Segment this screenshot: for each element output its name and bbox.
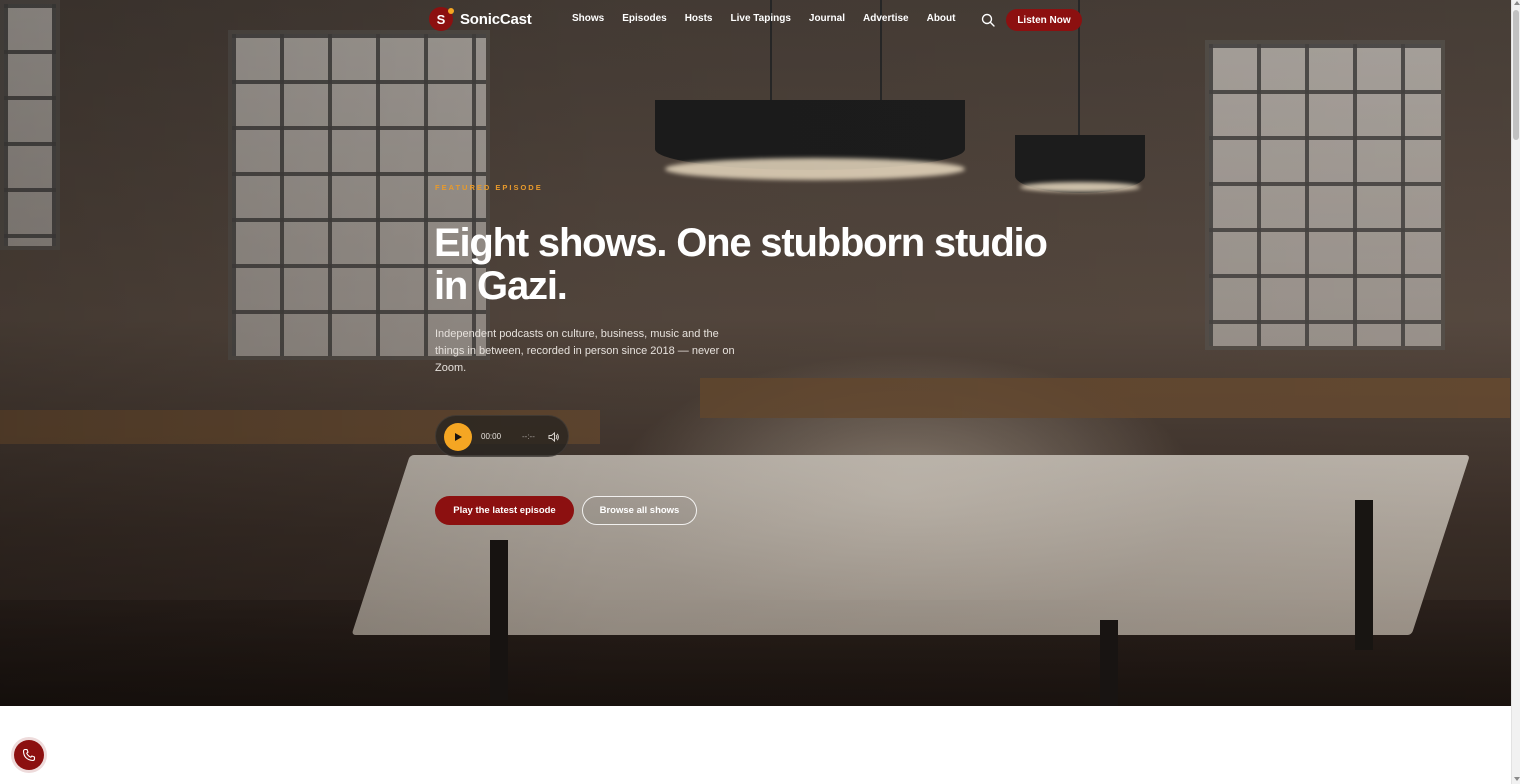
audio-player: 00:00 --:-- [435,415,569,457]
nav-item-shows[interactable]: Shows [572,13,604,24]
play-icon [455,433,462,441]
logo-letter: S [436,11,446,27]
featured-eyebrow: FEATURED EPISODE [435,183,543,192]
brand-name: SonicCast [460,10,532,28]
logo-mark: S [429,7,454,31]
nav-item-journal[interactable]: Journal [809,13,845,24]
hero-headline: Eight shows. One stubborn studio in Gazi… [434,221,1048,308]
hero-overlay [0,0,1511,706]
duration: --:-- [522,432,535,441]
play-latest-episode-button[interactable]: Play the latest episode [435,496,574,525]
phone-icon [22,748,36,762]
logo-dot [448,8,454,14]
page-scrollbar[interactable] [1511,0,1520,784]
scroll-thumb[interactable] [1513,10,1519,140]
scroll-up-icon[interactable] [1514,1,1520,5]
scroll-down-icon[interactable] [1514,777,1520,781]
listen-now-button[interactable]: Listen Now [1006,9,1082,31]
play-button[interactable] [444,423,472,451]
nav-item-live-tapings[interactable]: Live Tapings [731,13,791,24]
top-nav: S SonicCast Shows Episodes Hosts Live Ta… [0,0,1511,40]
nav-item-hosts[interactable]: Hosts [685,13,713,24]
call-button[interactable] [14,740,44,770]
hero-section: S SonicCast Shows Episodes Hosts Live Ta… [0,0,1511,706]
logo[interactable]: S SonicCast [429,7,532,31]
nav-item-advertise[interactable]: Advertise [863,13,909,24]
browse-all-shows-button[interactable]: Browse all shows [582,496,697,525]
search-icon[interactable] [981,13,995,27]
current-time: 00:00 [481,432,502,441]
nav-item-episodes[interactable]: Episodes [622,13,666,24]
main-menu: Shows Episodes Hosts Live Tapings Journa… [572,13,973,24]
nav-item-about[interactable]: About [927,13,956,24]
hero-intro: Independent podcasts on culture, busines… [435,328,735,374]
volume-icon[interactable] [548,430,560,443]
